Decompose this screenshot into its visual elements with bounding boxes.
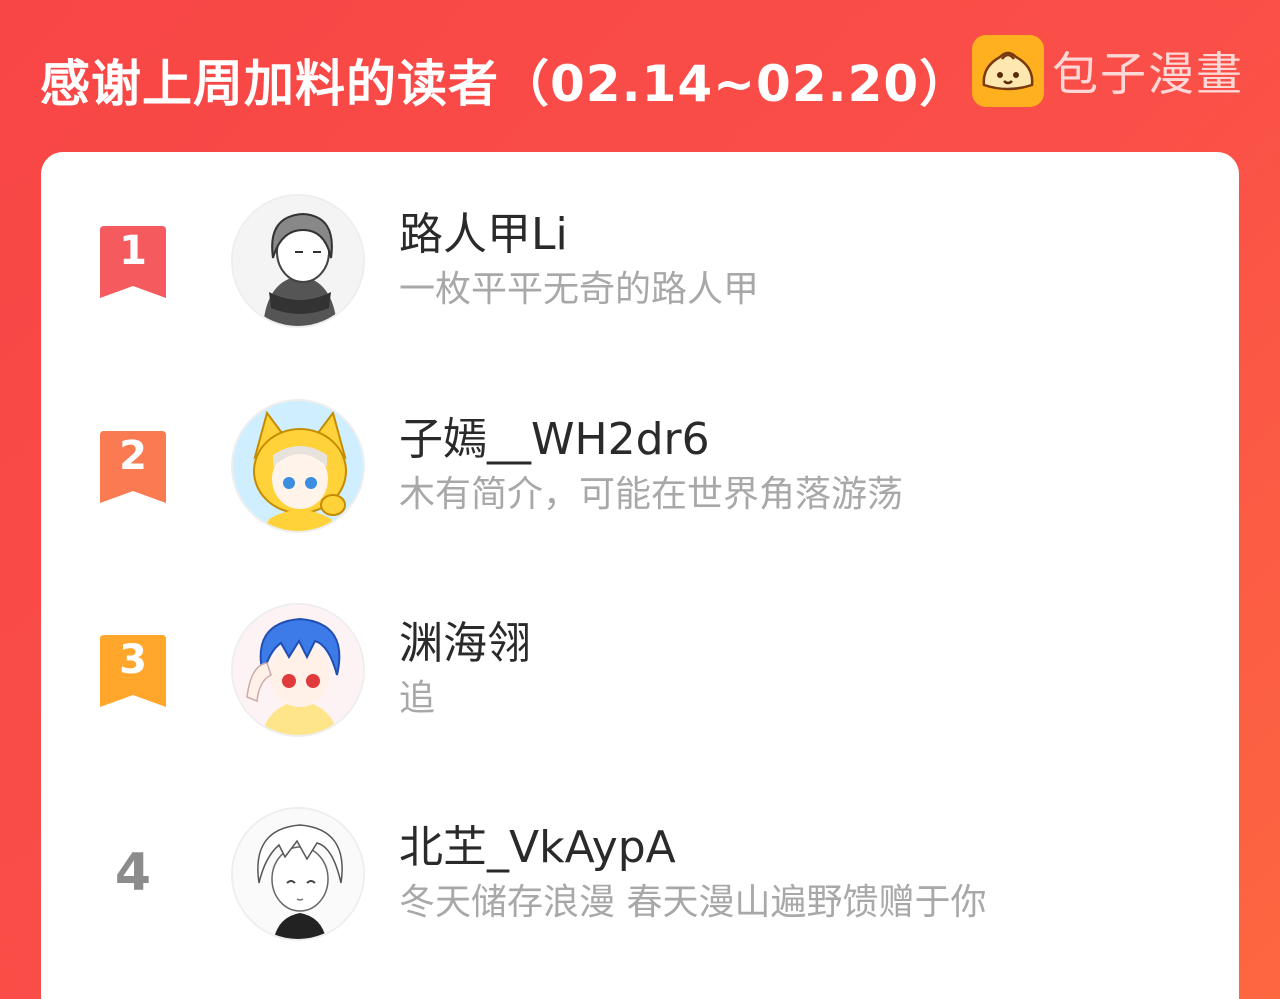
fox-hood-girl-avatar [233,401,363,531]
rank-badge: 1 [98,226,168,304]
rank-badge: 2 [98,431,168,509]
reader-name[interactable]: 子嫣__WH2dr6 [399,403,710,467]
avatar[interactable] [231,807,365,941]
reader-name[interactable]: 渊海翎 [399,607,531,671]
rank-number: 1 [119,228,147,274]
brand-watermark: 包子漫畫 [972,35,1244,107]
blue-hair-boy-avatar [233,605,363,735]
reader-bio: 一枚平平无奇的路人甲 [399,269,760,310]
reader-list-card: 1 路人甲Li 一枚平平无奇的路人甲 2 子嫣__WH2dr6 木有简介，可能在… [41,152,1239,999]
rank-number: 3 [119,637,147,683]
reader-bio: 木有简介，可能在世界角落游荡 [399,474,904,515]
bun-icon [972,35,1044,107]
list-item[interactable]: 4 北芏_VkAypA 冬天储存浪漫 春天漫山遍野馈赠于你 [41,807,1239,947]
rank-number: 4 [114,843,152,903]
page-title: 感谢上周加料的读者（02.14~02.20） [40,55,971,113]
reader-name[interactable]: 北芏_VkAypA [399,811,676,875]
manga-girl-scarf-avatar [233,196,363,326]
brand-name: 包子漫畫 [1052,47,1244,101]
reader-bio: 冬天储存浪漫 春天漫山遍野馈赠于你 [399,882,987,923]
sketch-boy-avatar [233,809,363,939]
avatar[interactable] [231,399,365,533]
list-item[interactable]: 1 路人甲Li 一枚平平无奇的路人甲 [41,194,1239,334]
reader-name[interactable]: 路人甲Li [399,198,568,262]
list-item[interactable]: 2 子嫣__WH2dr6 木有简介，可能在世界角落游荡 [41,399,1239,539]
rank-number: 2 [119,433,147,479]
reader-bio: 追 [399,678,436,719]
rank-badge: 3 [98,635,168,713]
list-item[interactable]: 3 渊海翎 追 [41,603,1239,743]
avatar[interactable] [231,603,365,737]
avatar[interactable] [231,194,365,328]
